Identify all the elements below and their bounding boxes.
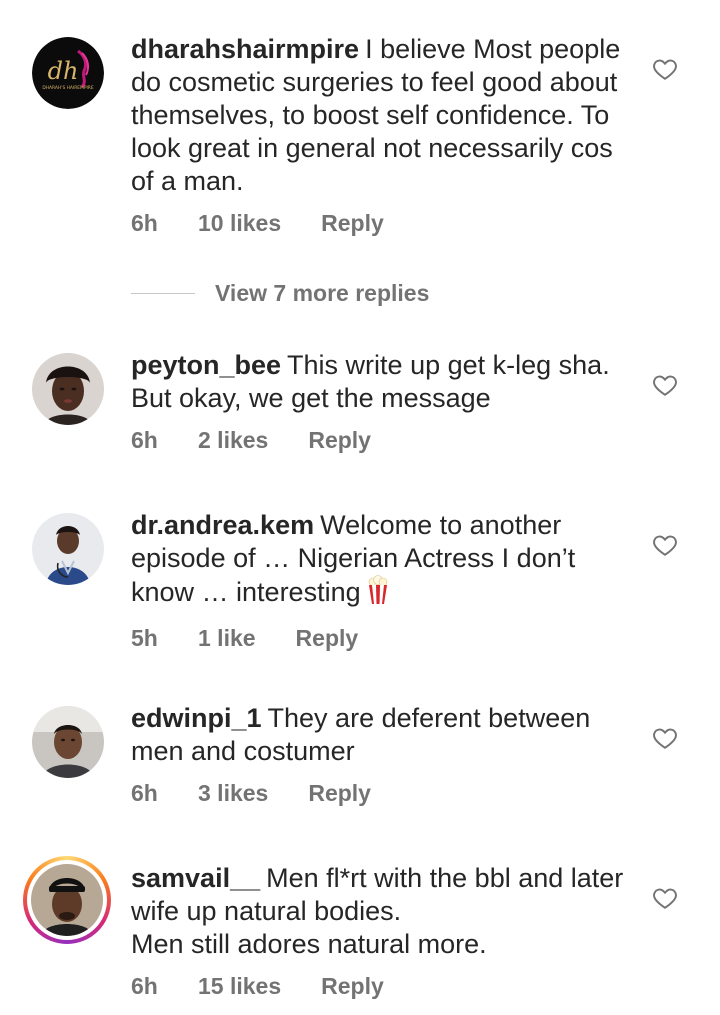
comment-body: samvail__ Men fl*rt with the bbl and late… — [131, 862, 631, 1000]
comment-username[interactable]: edwinpi_1 — [131, 703, 262, 733]
comment-body: dr.andrea.kem Welcome to another episode … — [131, 509, 631, 652]
reply-button[interactable]: Reply — [296, 625, 359, 652]
avatar[interactable]: dh DHARAH'S HAIREMPIRE — [32, 37, 104, 109]
comment-text-block: samvail__ Men fl*rt with the bbl and late… — [131, 862, 631, 961]
comment-body: edwinpi_1 They are deferent between men a… — [131, 702, 631, 807]
avatar[interactable] — [31, 864, 103, 936]
heart-icon[interactable] — [652, 885, 678, 911]
comment-meta: 6h 3 likes Reply — [131, 780, 631, 807]
comment-username[interactable]: peyton_bee — [131, 350, 281, 380]
comment-likes[interactable]: 15 likes — [198, 973, 281, 1000]
comment-time: 5h — [131, 625, 158, 651]
comment-text-block: dharahshairmpire I believe Most people do… — [131, 33, 631, 198]
heart-icon[interactable] — [652, 56, 678, 82]
avatar-photo — [32, 513, 104, 585]
comment-meta: 5h 1 like Reply — [131, 625, 631, 652]
comment-meta: 6h 10 likes Reply — [131, 210, 631, 237]
avatar-logo-image: dh DHARAH'S HAIREMPIRE — [32, 37, 104, 109]
avatar-caption: DHARAH'S HAIREMPIRE — [42, 85, 93, 91]
avatar-photo — [32, 706, 104, 778]
avatar-photo — [31, 864, 103, 936]
comment-likes[interactable]: 1 like — [198, 625, 256, 652]
comment-username[interactable]: dharahshairmpire — [131, 34, 359, 64]
popcorn-icon — [367, 575, 389, 613]
comment-text-block: dr.andrea.kem Welcome to another episode … — [131, 509, 631, 613]
heart-icon[interactable] — [652, 725, 678, 751]
comment-time: 6h — [131, 210, 158, 236]
story-ring[interactable] — [23, 856, 111, 944]
reply-button[interactable]: Reply — [321, 973, 384, 1000]
reply-button[interactable]: Reply — [321, 210, 384, 237]
comment-meta: 6h 15 likes Reply — [131, 973, 631, 1000]
comment-username[interactable]: dr.andrea.kem — [131, 510, 314, 540]
view-more-replies-button[interactable]: View 7 more replies — [131, 280, 429, 307]
comment-body: dharahshairmpire I believe Most people do… — [131, 33, 631, 237]
heart-icon[interactable] — [652, 532, 678, 558]
avatar[interactable] — [32, 513, 104, 585]
heart-icon[interactable] — [652, 372, 678, 398]
comment-body: peyton_bee This write up get k-leg sha. B… — [131, 349, 631, 454]
comment-text-block: edwinpi_1 They are deferent between men a… — [131, 702, 631, 768]
comment-likes[interactable]: 10 likes — [198, 210, 281, 237]
comment-likes[interactable]: 2 likes — [198, 427, 268, 454]
comment-time: 6h — [131, 427, 158, 453]
reply-button[interactable]: Reply — [308, 780, 371, 807]
comment-time: 6h — [131, 780, 158, 806]
comment-meta: 6h 2 likes Reply — [131, 427, 631, 454]
comment-time: 6h — [131, 973, 158, 999]
comment-username[interactable]: samvail__ — [131, 863, 260, 893]
avatar-photo — [32, 353, 104, 425]
comment-text-block: peyton_bee This write up get k-leg sha. B… — [131, 349, 631, 415]
view-more-replies-label: View 7 more replies — [215, 280, 430, 306]
avatar[interactable] — [32, 706, 104, 778]
comment-likes[interactable]: 3 likes — [198, 780, 268, 807]
reply-button[interactable]: Reply — [308, 427, 371, 454]
avatar[interactable] — [32, 353, 104, 425]
replies-divider-line — [131, 293, 195, 294]
avatar-initials: dh — [48, 57, 79, 85]
